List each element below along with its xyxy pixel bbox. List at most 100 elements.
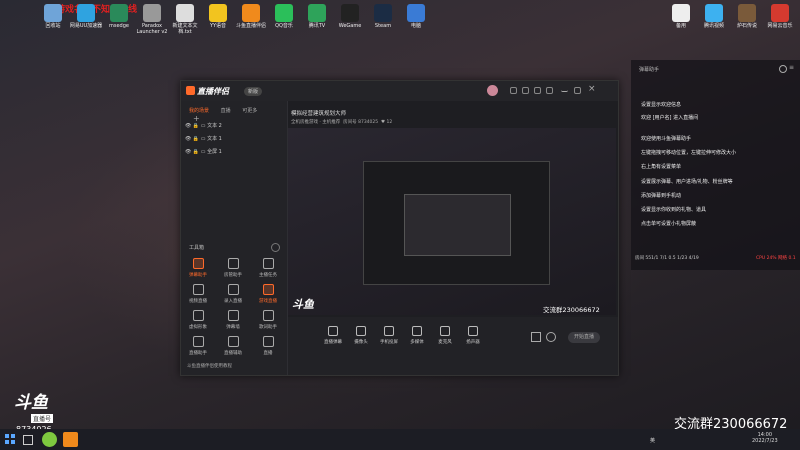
tool-button[interactable]: 直播 xyxy=(255,336,281,356)
room-label: 房间号 xyxy=(343,120,357,125)
bottom-tool-icon xyxy=(412,326,422,336)
source-item[interactable]: 👁 🔒 ▭ 文本 1 xyxy=(185,135,222,142)
room-label-overlay: 直播号 xyxy=(31,414,54,423)
source-item[interactable]: 👁 🔒 ▭ 全屏 1 xyxy=(185,148,222,155)
tool-label: 虚拟形象 xyxy=(189,325,207,330)
maximize-icon[interactable] xyxy=(574,87,581,94)
settings-icon[interactable] xyxy=(546,87,553,94)
bottom-tool-button[interactable]: 手机投屏 xyxy=(374,326,404,345)
desktop-icon[interactable]: YY语音 xyxy=(201,4,235,30)
tool-label: 直播助手 xyxy=(189,351,207,356)
tool-label: 游戏直播 xyxy=(259,299,277,304)
tool-icon xyxy=(192,310,204,321)
desktop-icon[interactable]: Paradox Launcher v2 xyxy=(135,4,169,35)
skin-icon[interactable] xyxy=(534,87,541,94)
minimize-icon[interactable] xyxy=(561,87,568,92)
chat-line: 添加弹幕到手机动 xyxy=(641,193,682,199)
clock[interactable]: 14:00 2022/7/23 xyxy=(752,432,778,444)
chat-line: 欢迎使用斗鱼弹幕助手 xyxy=(641,136,692,142)
desktop-icon-label: 网易UU加速器 xyxy=(69,23,103,29)
browser-taskbar-icon[interactable] xyxy=(42,432,57,447)
stream-title[interactable]: 模拟经营建筑规划大师 xyxy=(291,109,346,117)
windows-start-icon[interactable] xyxy=(5,434,15,444)
desktop-icon[interactable]: msedge xyxy=(102,4,136,30)
bottom-tool-label: 直播弹幕 xyxy=(324,340,342,345)
tool-button[interactable]: 虚拟形象 xyxy=(185,310,211,330)
tool-label: 视频直播 xyxy=(189,299,207,304)
bottom-tool-icon xyxy=(356,326,366,336)
camera-small-icon[interactable] xyxy=(531,332,541,342)
desktop-icon[interactable]: 腾讯TV xyxy=(300,4,334,30)
desktop-icon[interactable]: 新建文本文档.txt xyxy=(168,4,202,35)
bottom-tool-button[interactable]: 直播弹幕 xyxy=(318,326,348,345)
tool-button[interactable]: 直播辅助 xyxy=(220,336,246,356)
avatar[interactable] xyxy=(487,85,498,96)
desktop-icon[interactable]: Steam xyxy=(366,4,400,30)
nested-window xyxy=(404,194,511,256)
chat-line: 设置显示你收到的礼物、道具 xyxy=(641,207,707,213)
desktop-icon[interactable]: 回收站 xyxy=(36,4,70,30)
desktop-icon[interactable]: 网易云音乐 xyxy=(763,4,797,30)
desktop-icon[interactable]: 炉石传说 xyxy=(730,4,764,30)
stream-preview[interactable]: 斗鱼 交流群230066672 xyxy=(288,128,616,315)
app-icon xyxy=(242,4,260,22)
bottom-tool-button[interactable]: 摄像头 xyxy=(346,326,376,345)
more-icon[interactable] xyxy=(271,243,280,252)
gear-icon[interactable] xyxy=(779,65,787,73)
tool-button[interactable]: 歌词助手 xyxy=(255,310,281,330)
tool-button[interactable]: 录入直播 xyxy=(220,284,246,304)
fans-count: 12 xyxy=(386,120,393,125)
app-icon xyxy=(705,4,723,22)
version-badge[interactable]: 新版 xyxy=(244,87,263,96)
taskbar: 英 14:00 2022/7/23 xyxy=(0,429,800,450)
bottom-tool-button[interactable]: 麦克风 xyxy=(430,326,460,345)
tab-live[interactable]: 直播 xyxy=(221,108,231,114)
source-item[interactable]: 👁 🔒 ▭ 文本 2 xyxy=(185,122,222,129)
app-icon xyxy=(110,4,128,22)
chat-line: 右上角有设置菜单 xyxy=(641,164,682,170)
tool-button[interactable]: 主播任务 xyxy=(255,258,281,278)
tool-button[interactable]: 弹幕助手 xyxy=(185,258,211,278)
stream-category[interactable]: 全机房推游戏 · 主机推荐 xyxy=(291,120,340,125)
start-live-button[interactable]: 开始直播 xyxy=(568,332,600,343)
tool-button[interactable]: 游戏直播 xyxy=(255,284,281,304)
preview-group-text: 交流群230066672 xyxy=(543,306,600,314)
desktop-icon[interactable]: QQ音乐 xyxy=(267,4,301,30)
app-icon xyxy=(77,4,95,22)
desktop-icon-label: 腾讯TV xyxy=(308,23,326,29)
desktop-icon[interactable]: 网易UU加速器 xyxy=(69,4,103,30)
douyu-taskbar-icon[interactable] xyxy=(63,432,78,447)
input-lang[interactable]: 英 xyxy=(650,437,655,444)
tab-more[interactable]: 可更多 xyxy=(242,108,257,114)
tool-icon xyxy=(262,284,274,295)
app-icon xyxy=(209,4,227,22)
app-logo-icon xyxy=(186,86,195,95)
bottom-tool-icon xyxy=(384,326,394,336)
app-icon xyxy=(44,4,62,22)
desktop-icon[interactable]: WeGame xyxy=(333,4,367,30)
bottom-tool-button[interactable]: 多媒体 xyxy=(402,326,432,345)
desktop-icon[interactable]: 斗鱼直播伴侣 xyxy=(234,4,268,30)
task-view-icon[interactable] xyxy=(23,435,33,445)
desktop-icon[interactable]: 腾讯视频 xyxy=(697,4,731,30)
desktop-icon[interactable]: 电脑 xyxy=(399,4,433,30)
bottom-toolbar: 直播弹幕 摄像头 手机投屏 多媒体 麦克风 扬声器 开始直播 xyxy=(288,317,618,375)
tool-button[interactable]: 直播助手 xyxy=(185,336,211,356)
tool-button[interactable]: 视频直播 xyxy=(185,284,211,304)
close-icon[interactable]: × xyxy=(588,84,596,94)
bottom-tool-button[interactable]: 扬声器 xyxy=(458,326,488,345)
headset-icon[interactable] xyxy=(510,87,517,94)
close-panel-icon[interactable]: ≡ xyxy=(789,64,794,71)
desktop-icon[interactable]: 备用 xyxy=(664,4,698,30)
toolbox-title: 工具箱 xyxy=(189,245,205,251)
eye-icon[interactable] xyxy=(546,332,556,342)
bottom-tool-icon xyxy=(440,326,450,336)
live-companion-window: 直播伴侣 新版 × 我的场景 直播 可更多 + 👁 🔒 ▭ 文本 2 👁 🔒 ▭… xyxy=(180,80,619,376)
desktop-icon-label: msedge xyxy=(109,23,129,29)
nested-preview xyxy=(363,161,550,285)
app-icon xyxy=(176,4,194,22)
tutorial-link[interactable]: 斗鱼直播伴侣使用教程 xyxy=(187,363,232,369)
tool-button[interactable]: 房管助手 xyxy=(220,258,246,278)
message-icon[interactable] xyxy=(522,87,529,94)
tool-button[interactable]: 弹幕墙 xyxy=(220,310,246,330)
